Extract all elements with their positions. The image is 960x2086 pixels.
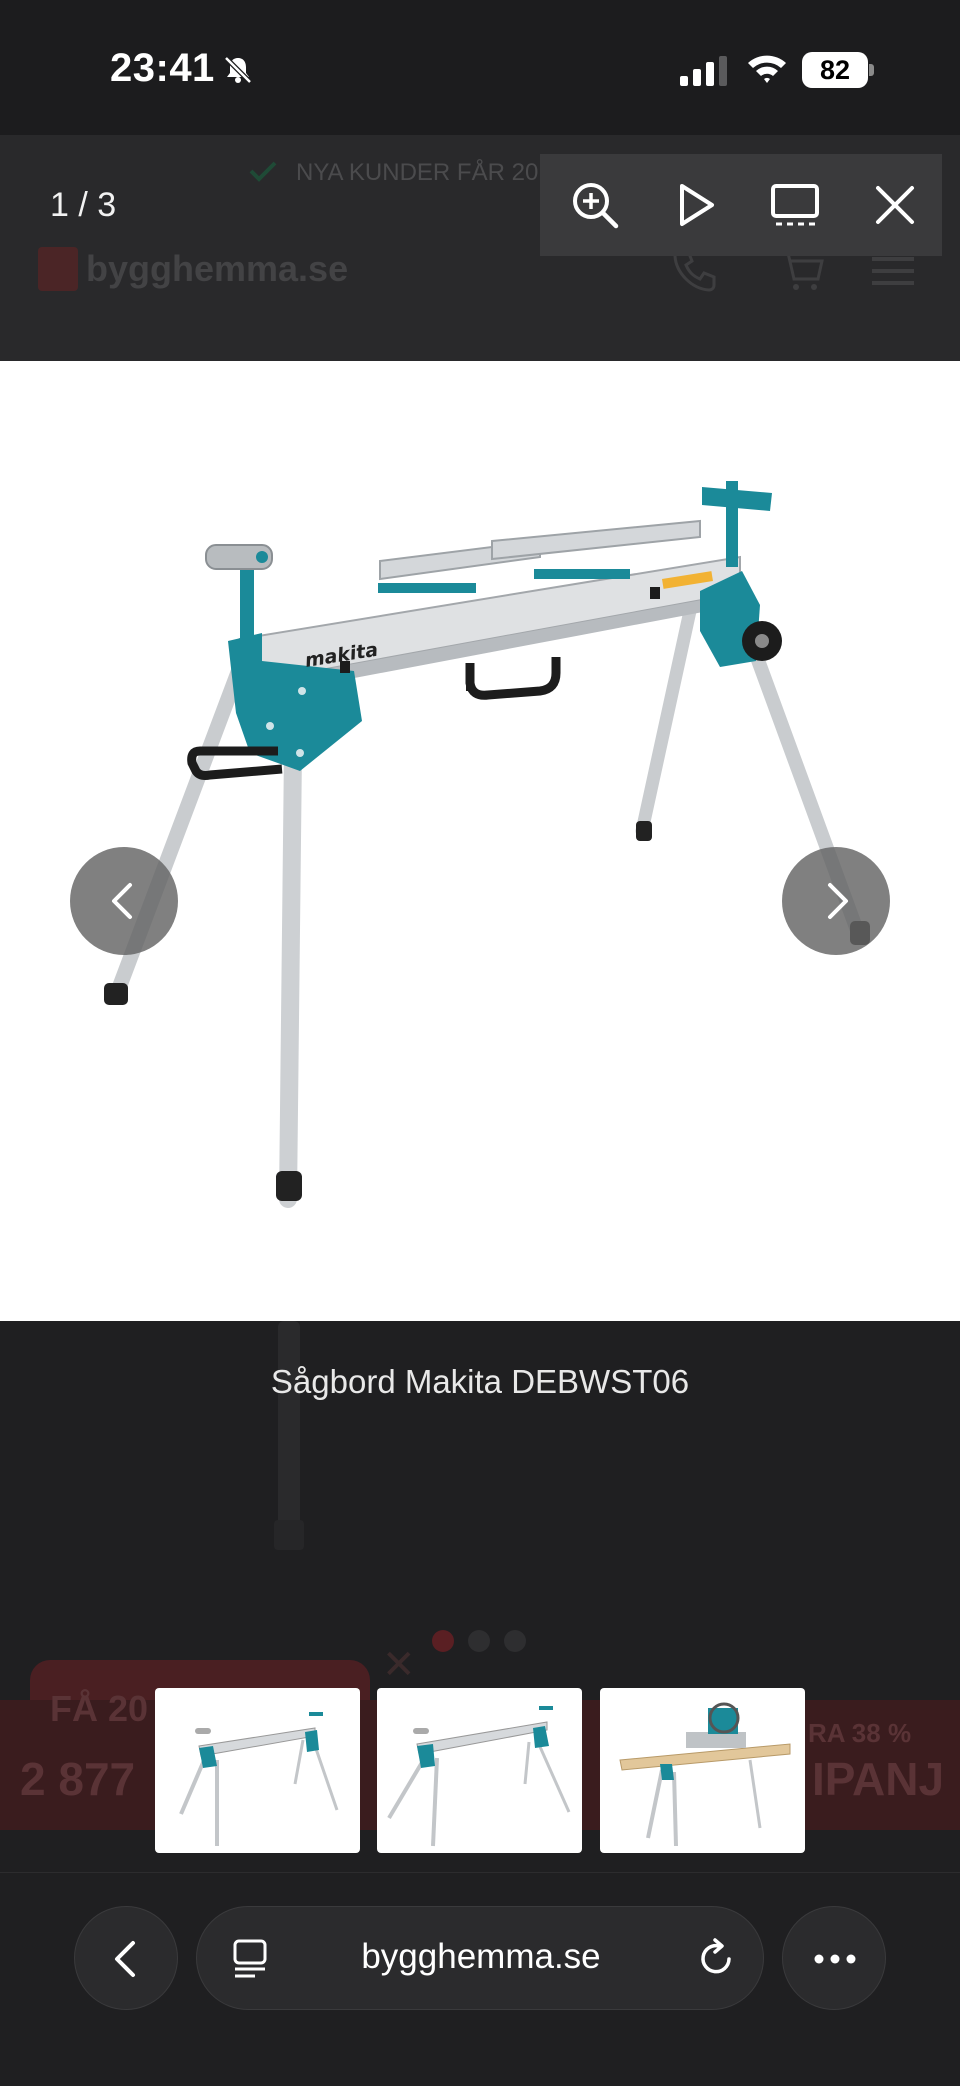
image-counter: 1 / 3	[50, 186, 117, 224]
thumbnail-2[interactable]	[377, 1688, 582, 1853]
play-slideshow-icon[interactable]	[668, 178, 722, 232]
lightbox-toolbar	[540, 154, 942, 256]
address-bar[interactable]: bygghemma.se	[196, 1906, 764, 2010]
wifi-icon	[748, 55, 786, 83]
carousel-dot	[468, 1630, 490, 1652]
status-time: 23:41	[110, 46, 215, 90]
thumbnail-1-image	[179, 1712, 339, 1846]
promo-banner-text: NYA KUNDER FÅR 20	[296, 159, 539, 186]
check-icon	[249, 161, 277, 182]
close-icon[interactable]	[868, 178, 922, 232]
thumbnail-2-image	[387, 1706, 571, 1847]
background-stand-leg	[278, 1321, 300, 1541]
background-code-text: IPANJ	[812, 1753, 945, 1805]
chevron-left-icon	[115, 1941, 135, 1977]
cellular-signal-icon	[680, 56, 727, 86]
image-caption: Sågbord Makita DEBWST06	[270, 1363, 690, 1400]
chevron-left-icon	[112, 883, 132, 919]
thumbnail-3[interactable]	[600, 1688, 805, 1853]
zoom-in-icon[interactable]	[568, 178, 622, 232]
carousel-dot	[432, 1630, 454, 1652]
miter-saw-stand-illustration: makita	[104, 481, 870, 1208]
status-bar: 23:41 82	[0, 0, 960, 135]
battery-tip	[869, 64, 874, 76]
background-discount-text: RA 38 %	[808, 1718, 912, 1748]
background-badge-text: FÅ 20	[50, 1688, 149, 1729]
background-price-text: 2 877	[20, 1753, 136, 1805]
battery-level: 82	[802, 52, 868, 88]
logo-mark-icon	[38, 247, 78, 291]
thumbnail-3-image	[619, 1702, 791, 1847]
ellipsis-icon	[814, 1954, 856, 1964]
reload-icon[interactable]	[695, 1937, 737, 1979]
prev-image-button[interactable]	[70, 847, 178, 955]
browser-back-button[interactable]	[74, 1906, 178, 2010]
background-carousel-dots	[432, 1630, 526, 1652]
site-logo[interactable]: bygghemma.se	[38, 247, 348, 291]
background-stand-foot	[274, 1520, 304, 1550]
carousel-dot	[504, 1630, 526, 1652]
more-options-button[interactable]	[782, 1906, 886, 2010]
chevron-right-icon	[828, 883, 848, 919]
site-name: bygghemma.se	[86, 248, 349, 289]
background-close-icon: ✕	[382, 1643, 416, 1687]
battery-indicator: 82	[802, 52, 874, 88]
thumbnail-1[interactable]	[155, 1688, 360, 1853]
url-text: bygghemma.se	[361, 1937, 601, 1976]
silent-bell-icon	[224, 56, 252, 84]
next-image-button[interactable]	[782, 847, 890, 955]
fullscreen-icon[interactable]	[768, 178, 822, 232]
product-image[interactable]: makita	[0, 361, 960, 1321]
